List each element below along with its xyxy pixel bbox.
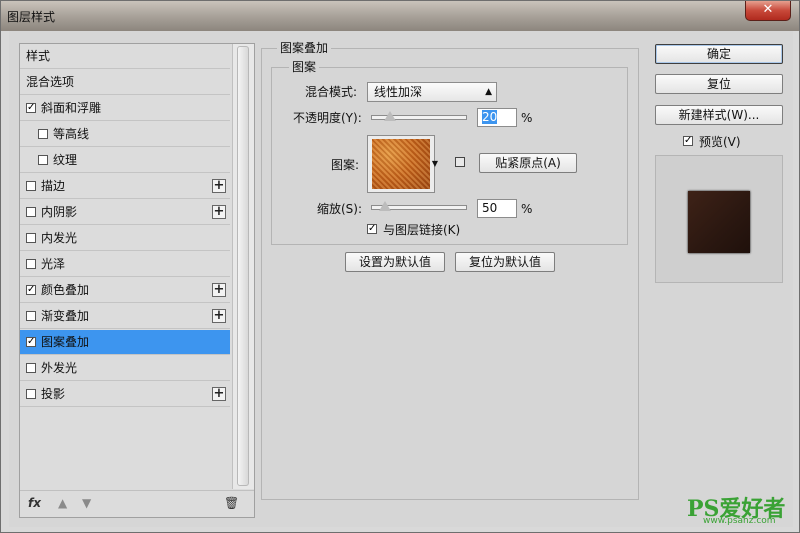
style-list-label: 混合选项 [26, 75, 75, 89]
blend-mode-value: 线性加深 [374, 85, 423, 99]
add-effect-button[interactable]: + [212, 387, 226, 401]
scale-slider-thumb[interactable] [379, 201, 392, 211]
scale-percent: % [521, 202, 533, 216]
style-list-item[interactable]: 样式 [20, 44, 230, 69]
opacity-input[interactable]: 20 [477, 108, 517, 127]
style-list-label: 外发光 [41, 361, 78, 375]
layer-style-dialog: 图层样式 ✕ 样式混合选项 ✓ 斜面和浮雕等高线纹理描边 + 内阴影 + 内发光光泽 ✓ 颜色叠… [0, 0, 800, 533]
style-list-label: 等高线 [53, 127, 90, 141]
pattern-texture [372, 139, 430, 189]
preview-box [655, 155, 783, 283]
style-list-label: 纹理 [53, 153, 78, 167]
style-checkbox[interactable] [26, 311, 36, 321]
scrollbar-thumb[interactable] [237, 46, 249, 486]
style-checkbox[interactable] [26, 207, 36, 217]
style-list-item[interactable]: ✓ 斜面和浮雕 [20, 96, 230, 121]
make-default-button[interactable]: 设置为默认值 [345, 252, 445, 272]
add-effect-button[interactable]: + [212, 205, 226, 219]
new-preset-icon[interactable] [455, 157, 465, 167]
style-checkbox[interactable] [26, 389, 36, 399]
style-checkbox[interactable] [38, 129, 48, 139]
style-list-item[interactable]: ✓ 图案叠加 [20, 330, 230, 355]
style-checkbox[interactable] [38, 155, 48, 165]
style-list-item[interactable]: 投影 + [20, 382, 230, 407]
watermark-url: www.psahz.com [703, 516, 776, 526]
style-list-label: 斜面和浮雕 [41, 101, 102, 115]
move-down-icon[interactable]: ▼ [82, 496, 91, 510]
add-effect-button[interactable]: + [212, 309, 226, 323]
style-list-label: 渐变叠加 [41, 309, 90, 323]
style-list-item[interactable]: 等高线 [20, 122, 230, 147]
pattern-picker[interactable] [367, 135, 435, 193]
preview-swatch [688, 191, 750, 253]
style-list-item[interactable]: 纹理 [20, 148, 230, 173]
add-effect-button[interactable]: + [212, 179, 226, 193]
list-scrollbar[interactable] [232, 44, 254, 489]
preview-row[interactable]: ✓ 预览(V) [683, 133, 773, 151]
style-checkbox[interactable]: ✓ [26, 103, 36, 113]
style-list-label: 内发光 [41, 231, 78, 245]
opacity-value: 20 [482, 110, 498, 124]
opacity-percent: % [521, 111, 533, 125]
pattern-subgroup-title: 图案 [289, 60, 320, 74]
reset-default-button[interactable]: 复位为默认值 [455, 252, 555, 272]
scale-value: 50 [482, 201, 498, 215]
select-caret-icon: ▲ [485, 87, 492, 97]
style-list-item[interactable]: 光泽 [20, 252, 230, 277]
style-list-item[interactable]: 描边 + [20, 174, 230, 199]
pattern-label: 图案: [331, 158, 360, 172]
window-title: 图层样式 [7, 10, 56, 24]
preview-label: 预览(V) [699, 135, 741, 149]
style-checkbox[interactable] [26, 363, 36, 373]
link-with-layer-label: 与图层链接(K) [383, 223, 461, 237]
style-list-label: 描边 [41, 179, 66, 193]
scale-label: 缩放(S): [317, 202, 363, 216]
link-with-layer-row[interactable]: ✓ 与图层链接(K) [367, 221, 517, 239]
style-list-label: 投影 [41, 387, 66, 401]
scale-input[interactable]: 50 [477, 199, 517, 218]
opacity-label: 不透明度(Y): [293, 111, 362, 125]
reset-button[interactable]: 复位 [655, 74, 783, 94]
style-checkbox[interactable]: ✓ [26, 285, 36, 295]
pattern-overlay-title: 图案叠加 [277, 41, 332, 55]
close-button[interactable]: ✕ [745, 1, 791, 21]
fx-icon[interactable]: fx [28, 496, 41, 510]
snap-to-origin-button[interactable]: 贴紧原点(A) [479, 153, 577, 173]
style-list-label: 内阴影 [41, 205, 78, 219]
title-bar[interactable]: 图层样式 ✕ [1, 1, 799, 31]
add-effect-button[interactable]: + [212, 283, 226, 297]
opacity-slider-thumb[interactable] [384, 111, 397, 121]
style-list-label: 光泽 [41, 257, 66, 271]
blend-mode-select[interactable]: 线性加深 ▲ [367, 82, 497, 102]
style-list: 样式混合选项 ✓ 斜面和浮雕等高线纹理描边 + 内阴影 + 内发光光泽 ✓ 颜色叠加 + 渐变叠加 +… [19, 43, 255, 518]
style-list-item[interactable]: 混合选项 [20, 70, 230, 95]
style-list-label: 颜色叠加 [41, 283, 90, 297]
style-list-item[interactable]: 外发光 [20, 356, 230, 381]
style-list-item[interactable]: 渐变叠加 + [20, 304, 230, 329]
preview-checkbox[interactable]: ✓ [683, 136, 693, 146]
style-list-item[interactable]: 内发光 [20, 226, 230, 251]
style-list-item[interactable]: ✓ 颜色叠加 + [20, 278, 230, 303]
blend-mode-label: 混合模式: [305, 85, 358, 99]
style-checkbox[interactable]: ✓ [26, 337, 36, 347]
style-list-label: 图案叠加 [41, 335, 90, 349]
ok-button[interactable]: 确定 [655, 44, 783, 64]
new-style-button[interactable]: 新建样式(W)... [655, 105, 783, 125]
style-list-item[interactable]: 内阴影 + [20, 200, 230, 225]
style-checkbox[interactable] [26, 181, 36, 191]
trash-icon[interactable]: 🗑 [224, 496, 239, 510]
style-list-label: 样式 [26, 49, 51, 63]
list-toolbar: fx ▲ ▼ 🗑 [20, 490, 254, 518]
style-checkbox[interactable] [26, 233, 36, 243]
style-checkbox[interactable] [26, 259, 36, 269]
dialog-body: 样式混合选项 ✓ 斜面和浮雕等高线纹理描边 + 内阴影 + 内发光光泽 ✓ 颜色叠加 + 渐变叠加 +… [9, 31, 793, 527]
pattern-dropdown-icon[interactable]: ▼ [430, 135, 440, 193]
move-up-icon[interactable]: ▲ [58, 496, 67, 510]
link-with-layer-checkbox[interactable]: ✓ [367, 224, 377, 234]
